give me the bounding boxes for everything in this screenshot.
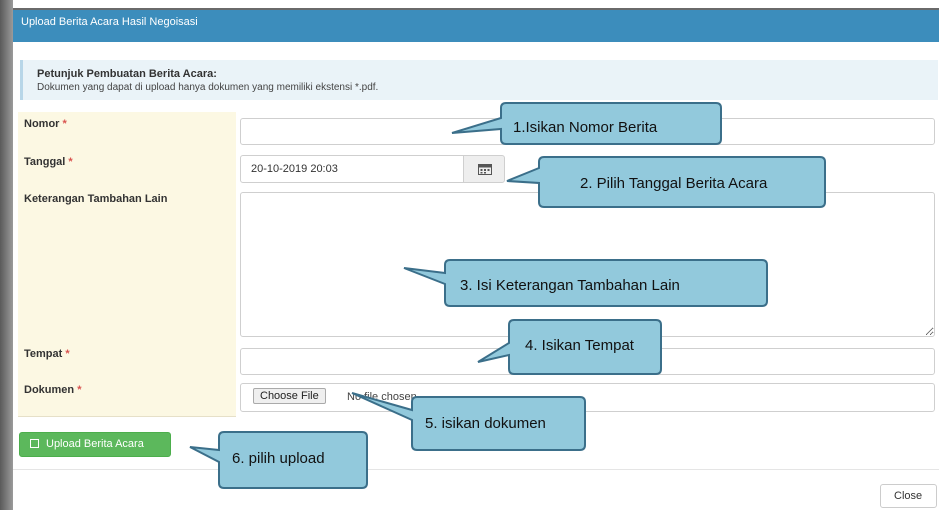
callout-2-text: 2. Pilih Tanggal Berita Acara	[580, 175, 768, 192]
callout-6-text: 6. pilih upload	[232, 450, 325, 467]
callout-3-text: 3. Isi Keterangan Tambahan Lain	[460, 277, 680, 294]
callout-1: 1.Isikan Nomor Berita	[451, 102, 722, 145]
callout-4-text: 4. Isikan Tempat	[525, 337, 635, 354]
callout-5: 5. isikan dokumen	[351, 392, 586, 451]
callout-3: 3. Isi Keterangan Tambahan Lain	[403, 259, 768, 307]
callout-4: 4. Isikan Tempat	[477, 319, 662, 375]
callouts-layer: 1.Isikan Nomor Berita 2. Pilih Tanggal B…	[189, 102, 826, 489]
callout-6: 6. pilih upload	[189, 431, 368, 489]
callout-1-text: 1.Isikan Nomor Berita	[513, 119, 658, 136]
upload-modal: Upload Berita Acara Hasil Negoisasi Petu…	[0, 0, 939, 510]
callout-2: 2. Pilih Tanggal Berita Acara	[506, 156, 826, 208]
callout-5-text: 5. isikan dokumen	[425, 415, 546, 432]
